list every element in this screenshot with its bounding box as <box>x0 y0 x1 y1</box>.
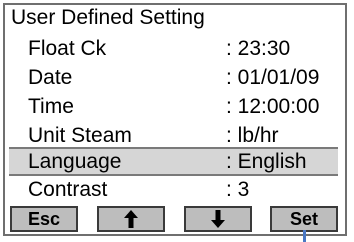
menu-row-value: : lb/hr <box>226 124 279 147</box>
menu-row-label: Float Ck <box>28 37 107 60</box>
set-button[interactable]: Set <box>270 206 338 232</box>
menu-row-float-ck[interactable]: Float Ck : 23:30 <box>9 34 338 63</box>
menu-row-value: : 01/01/09 <box>226 66 320 89</box>
menu-row-unit-steam[interactable]: Unit Steam : lb/hr <box>9 121 338 150</box>
esc-button[interactable]: Esc <box>10 206 78 232</box>
set-button-label: Set <box>289 209 318 229</box>
menu-row-value: : 3 <box>226 178 250 201</box>
menu-row-label: Contrast <box>28 178 108 201</box>
menu-row-time[interactable]: Time : 12:00:00 <box>9 92 338 121</box>
pointer-line <box>303 230 306 242</box>
menu-title: User Defined Setting <box>11 6 205 29</box>
menu-row-value: : 23:30 <box>226 37 291 60</box>
menu-row-language[interactable]: Language : English <box>9 147 338 176</box>
menu-row-contrast[interactable]: Contrast : 3 <box>9 175 338 204</box>
arrow-up-icon <box>124 210 138 228</box>
arrow-down-icon <box>211 210 225 228</box>
menu-row-value: : 12:00:00 <box>226 95 320 118</box>
menu-row-label: Date <box>28 66 73 89</box>
menu-row-label: Unit Steam <box>28 124 132 147</box>
menu-row-label: Language <box>28 150 122 173</box>
menu-row-label: Time <box>28 95 74 118</box>
up-button[interactable] <box>97 206 165 232</box>
esc-button-label: Esc <box>27 209 61 229</box>
menu-row-value: : English <box>226 150 307 173</box>
menu-row-date[interactable]: Date : 01/01/09 <box>9 63 338 92</box>
down-button[interactable] <box>184 206 252 232</box>
